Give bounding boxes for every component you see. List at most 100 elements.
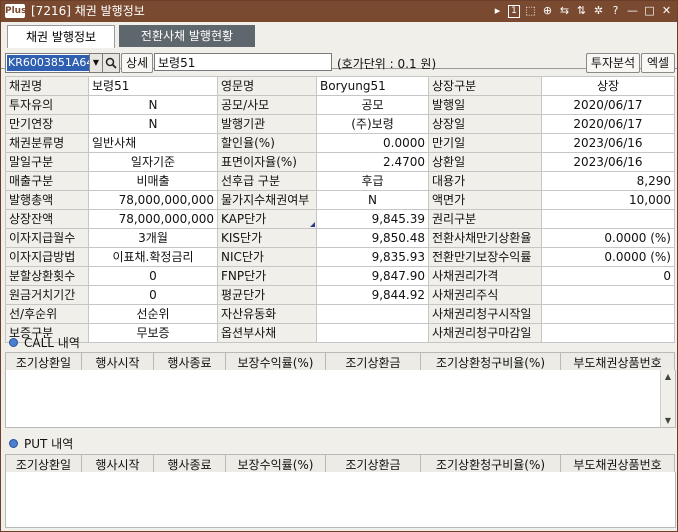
close-icon[interactable]: ✕	[660, 4, 673, 18]
field-value: 0.0000 (%)	[541, 247, 675, 267]
field-label: 표면이자율(%)	[217, 152, 317, 172]
help-icon[interactable]: ?	[609, 4, 622, 18]
field-label: 투자유의	[5, 95, 89, 115]
play-icon[interactable]: ▸	[491, 4, 504, 18]
toolbar: KR6003851A64 ▼ 상세 보령51 (호가단위 : 0.1 원) 투자…	[1, 51, 677, 75]
scroll-down-icon[interactable]: ▼	[661, 414, 675, 427]
investment-analysis-button[interactable]: 투자분석	[586, 53, 640, 73]
field-value: 10,000	[541, 190, 675, 210]
field-label: 채권분류명	[5, 133, 89, 153]
field-value: Boryung51	[316, 76, 429, 96]
field-label: 영문명	[217, 76, 317, 96]
field-value	[541, 285, 675, 305]
info-row: 상장잔액 78,000,000,000 KAP단가 9,845.39 권리구분	[5, 209, 675, 229]
field-value: 0.0000 (%)	[541, 228, 675, 248]
bond-code-value: KR6003851A64	[7, 55, 95, 71]
field-label: 평균단가	[217, 285, 317, 305]
field-label: 원금거치기간	[5, 285, 89, 305]
field-value: 2020/06/17	[541, 114, 675, 134]
field-label: 만기연장	[5, 114, 89, 134]
settings-icon[interactable]: ✲	[592, 4, 605, 18]
bullet-icon	[9, 439, 18, 448]
field-value: 무보증	[88, 323, 218, 343]
field-label: 발행기관	[217, 114, 317, 134]
field-value: 0.0000	[316, 133, 429, 153]
field-value: 9,835.93	[316, 247, 429, 267]
field-value: 일자기준	[88, 152, 218, 172]
field-value: 9,844.92	[316, 285, 429, 305]
field-value: N	[316, 190, 429, 210]
info-row: 말일구분 일자기준 표면이자율(%) 2.4700 상환일 2023/06/16	[5, 152, 675, 172]
scroll-up-icon[interactable]: ▲	[661, 370, 675, 383]
info-row: 이자지급방법 이표채.확정금리 NIC단가 9,835.93 전환만기보장수익률 0.00…	[5, 247, 675, 267]
zoom-icon[interactable]: ⊕	[541, 4, 554, 18]
tab-bond-issue-info[interactable]: 채권 발행정보	[7, 25, 115, 48]
info-row: 투자유의 N 공모/사모 공모 발행일 2020/06/17	[5, 95, 675, 115]
bullet-icon	[9, 338, 18, 347]
call-list[interactable]: ▲ ▼	[5, 370, 676, 428]
field-value: 0	[541, 266, 675, 286]
bond-code-input[interactable]: KR6003851A64	[5, 53, 95, 73]
field-label: 옵션부사채	[217, 323, 317, 343]
field-value	[541, 209, 675, 229]
field-label: 사채권리청구시작일	[428, 304, 542, 324]
field-label: 사채권리가격	[428, 266, 542, 286]
put-section-title: PUT 내역	[24, 437, 74, 451]
chevron-down-icon[interactable]: ▼	[89, 53, 103, 73]
field-label: 권리구분	[428, 209, 542, 229]
info-row: 이자지급월수 3개월 KIS단가 9,850.48 전환사채만기상환율 0.0000 (%…	[5, 228, 675, 248]
detail-button[interactable]: 상세	[121, 53, 153, 73]
put-list[interactable]	[5, 472, 676, 528]
field-label: 사채권리주식	[428, 285, 542, 305]
sync-icon[interactable]: ⇆	[558, 4, 571, 18]
bond-issue-info-window: Plus [7216] 채권 발행정보 ▸ 1 ⬚ ⊕ ⇆ ⇅ ✲? — □ ✕ 채권 발행정보 …	[0, 0, 678, 532]
field-label: KIS단가	[217, 228, 317, 248]
field-value: N	[88, 95, 218, 115]
field-value: 비매출	[88, 171, 218, 191]
field-label: 선후급 구분	[217, 171, 317, 191]
minimize-icon[interactable]: —	[626, 4, 639, 18]
field-value: 0	[88, 266, 218, 286]
call-section-header: CALL 내역	[9, 334, 80, 351]
field-label: 상장일	[428, 114, 542, 134]
field-value: 8,290	[541, 171, 675, 191]
excel-export-button[interactable]: 엑셀	[641, 53, 675, 73]
field-value: 상장	[541, 76, 675, 96]
price-unit-text: (호가단위 : 0.1 원)	[337, 57, 437, 71]
info-row: 매출구분 비매출 선후급 구분 후급 대용가 8,290	[5, 171, 675, 191]
field-label: 말일구분	[5, 152, 89, 172]
info-row: 채권명 보령51 영문명 Boryung51 상장구분 상장	[5, 76, 675, 96]
field-label: 액면가	[428, 190, 542, 210]
field-value: 공모	[316, 95, 429, 115]
field-label: 자산유동화	[217, 304, 317, 324]
tab-convertible-bond-status[interactable]: 전환사채 발행현황	[119, 25, 255, 47]
field-label: FNP단가	[217, 266, 317, 286]
title-bar: Plus [7216] 채권 발행정보 ▸ 1 ⬚ ⊕ ⇆ ⇅ ✲? — □ ✕	[1, 1, 677, 22]
field-label: 상장구분	[428, 76, 542, 96]
field-label: 이자지급월수	[5, 228, 89, 248]
page-1-icon[interactable]: 1	[508, 5, 520, 18]
field-value: 9,847.90	[316, 266, 429, 286]
field-value: 78,000,000,000	[88, 190, 218, 210]
bond-name-field[interactable]: 보령51	[154, 53, 332, 71]
search-icon[interactable]	[102, 53, 120, 73]
field-label: 채권명	[5, 76, 89, 96]
info-row: 만기연장 N 발행기관 (주)보령 상장일 2020/06/17	[5, 114, 675, 134]
pin-icon[interactable]: ⇅	[575, 4, 588, 18]
window-controls: ▸ 1 ⬚ ⊕ ⇆ ⇅ ✲? — □ ✕	[491, 4, 673, 18]
field-value: 2.4700	[316, 152, 429, 172]
call-scrollbar[interactable]: ▲ ▼	[660, 370, 675, 427]
maximize-icon[interactable]: □	[643, 4, 656, 18]
app-logo: Plus	[5, 4, 27, 18]
field-value	[316, 304, 429, 324]
field-value: 일반사채	[88, 133, 218, 153]
field-value	[316, 323, 429, 343]
window-title: [7216] 채권 발행정보	[31, 4, 145, 18]
info-row: 채권분류명 일반사채 할인율(%) 0.0000 만기일 2023/06/16	[5, 133, 675, 153]
field-value: 3개월	[88, 228, 218, 248]
resize-icon[interactable]: ⬚	[524, 4, 537, 18]
field-value: 0	[88, 285, 218, 305]
field-label: 전환만기보장수익률	[428, 247, 542, 267]
field-label: NIC단가	[217, 247, 317, 267]
field-label: 상장잔액	[5, 209, 89, 229]
